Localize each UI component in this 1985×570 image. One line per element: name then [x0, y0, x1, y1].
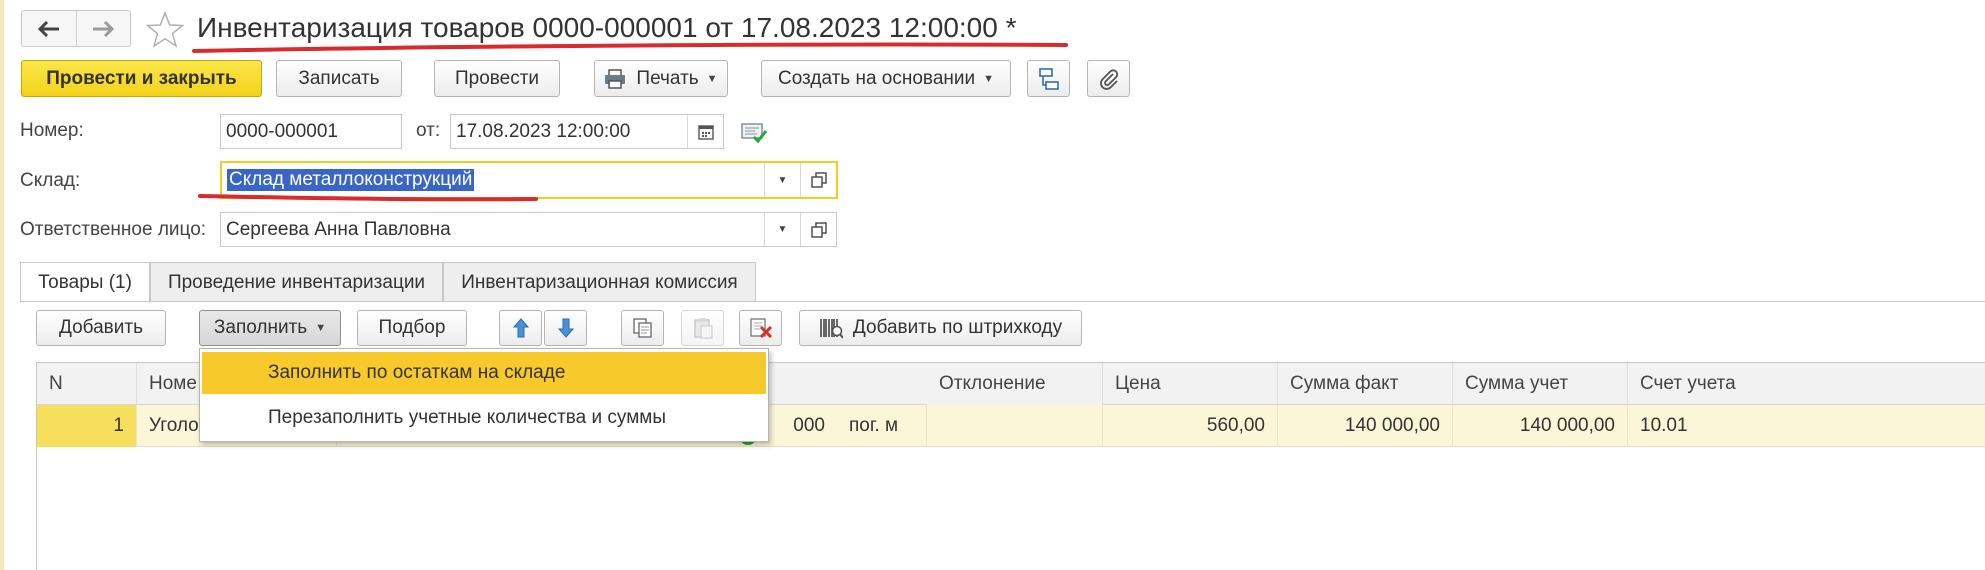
arrow-left-icon — [37, 20, 59, 37]
annotation-underline-warehouse — [198, 194, 538, 202]
delete-icon — [749, 318, 772, 339]
chevron-down-icon: ▼ — [706, 72, 718, 85]
cell-price[interactable]: 560,00 — [1103, 405, 1278, 447]
window-edge — [0, 0, 4, 570]
add-row-button[interactable]: Добавить — [36, 310, 166, 346]
column-header-n[interactable]: N — [37, 363, 137, 405]
column-header-deviation[interactable]: Отклонение — [927, 363, 1103, 405]
post-button[interactable]: Провести — [434, 60, 560, 97]
pick-button[interactable]: Подбор — [357, 310, 467, 346]
open-window-icon — [810, 172, 827, 188]
structure-button[interactable] — [1027, 60, 1070, 97]
paste-icon — [693, 318, 713, 339]
menu-item-refill-accounting[interactable]: Перезаполнить учетные количества и суммы — [202, 397, 766, 439]
back-button[interactable] — [22, 11, 76, 46]
calendar-icon — [697, 124, 714, 140]
tabs-divider — [20, 301, 1985, 302]
create-based-on-label: Создать на основании — [777, 67, 976, 89]
tab-goods[interactable]: Товары (1) — [20, 262, 150, 303]
menu-item-fill-by-stock[interactable]: Заполнить по остаткам на складе — [202, 352, 766, 394]
arrow-right-icon — [93, 20, 115, 37]
move-up-button[interactable] — [499, 310, 542, 346]
responsible-field[interactable]: Сергеева Анна Павловна ▼ — [220, 212, 837, 247]
date-label: от: — [416, 120, 441, 141]
number-value: 0000-000001 — [226, 120, 338, 142]
copy-icon — [632, 318, 652, 338]
cell-sum-fact[interactable]: 140 000,00 — [1278, 405, 1453, 447]
cell-unit[interactable]: пог. м — [837, 405, 927, 447]
fill-button[interactable]: Заполнить ▼ — [199, 310, 341, 346]
chevron-down-icon: ▼ — [777, 224, 788, 235]
column-header-sum-fact[interactable]: Сумма факт — [1278, 363, 1453, 405]
number-field[interactable]: 0000-000001 — [220, 114, 402, 149]
copy-row-button[interactable] — [621, 310, 664, 346]
arrow-up-icon — [512, 318, 529, 338]
delete-row-button[interactable] — [739, 310, 782, 346]
attach-file-button[interactable] — [1087, 60, 1130, 97]
chevron-down-icon: ▼ — [983, 72, 994, 85]
printer-icon — [605, 68, 626, 89]
column-header-sum-account[interactable]: Сумма учет — [1453, 363, 1628, 405]
date-value: 17.08.2023 12:00:00 — [456, 120, 631, 142]
barcode-icon — [820, 319, 843, 339]
print-button-label: Печать — [636, 67, 699, 89]
fill-button-label: Заполнить — [213, 317, 308, 338]
add-by-barcode-label: Добавить по штрихкоду — [852, 317, 1063, 338]
responsible-open-button[interactable] — [800, 213, 836, 246]
add-by-barcode-button[interactable]: Добавить по штрихкоду — [799, 310, 1082, 346]
save-button[interactable]: Записать — [276, 60, 402, 97]
column-header-price[interactable]: Цена — [1103, 363, 1278, 405]
tab-inventory-commission[interactable]: Инвентаризационная комиссия — [443, 262, 756, 302]
chevron-down-icon: ▼ — [777, 174, 788, 186]
calendar-button[interactable] — [687, 115, 723, 148]
cell-n[interactable]: 1 — [37, 405, 137, 447]
post-and-close-button[interactable]: Провести и закрыть — [21, 60, 262, 97]
navigation-buttons — [21, 10, 131, 47]
cell-account[interactable]: 10.01 — [1628, 405, 1985, 447]
responsible-label: Ответственное лицо: — [20, 219, 207, 240]
hierarchy-icon — [1038, 67, 1059, 90]
number-label: Номер: — [20, 120, 84, 141]
paste-button[interactable] — [681, 310, 724, 346]
responsible-dropdown-button[interactable]: ▼ — [764, 213, 800, 246]
warehouse-open-button[interactable] — [800, 163, 836, 197]
warehouse-dropdown-button[interactable]: ▼ — [764, 163, 800, 197]
tab-inventory-posting[interactable]: Проведение инвентаризации — [150, 262, 443, 302]
fill-dropdown-menu: Заполнить по остаткам на складе Перезапо… — [199, 348, 769, 442]
move-down-button[interactable] — [544, 310, 587, 346]
document-posted-icon — [741, 123, 767, 144]
cell-deviation[interactable] — [927, 405, 1103, 447]
open-window-icon — [810, 221, 827, 238]
annotation-underline-title — [192, 42, 1068, 53]
chevron-down-icon: ▼ — [315, 322, 327, 334]
print-button[interactable]: Печать ▼ — [594, 60, 728, 97]
responsible-value: Сергеева Анна Павловна — [226, 218, 451, 240]
cell-sum-account[interactable]: 140 000,00 — [1453, 405, 1628, 447]
warehouse-label: Склад: — [20, 170, 81, 191]
column-header-account[interactable]: Счет учета — [1628, 363, 1985, 405]
star-icon[interactable] — [145, 10, 185, 50]
warehouse-value: Склад металлоконструкций — [227, 169, 475, 191]
create-based-on-button[interactable]: Создать на основании ▼ — [761, 60, 1011, 97]
arrow-down-icon — [557, 318, 574, 338]
paperclip-icon — [1099, 68, 1118, 90]
date-field[interactable]: 17.08.2023 12:00:00 — [450, 114, 724, 149]
forward-button[interactable] — [75, 11, 131, 46]
